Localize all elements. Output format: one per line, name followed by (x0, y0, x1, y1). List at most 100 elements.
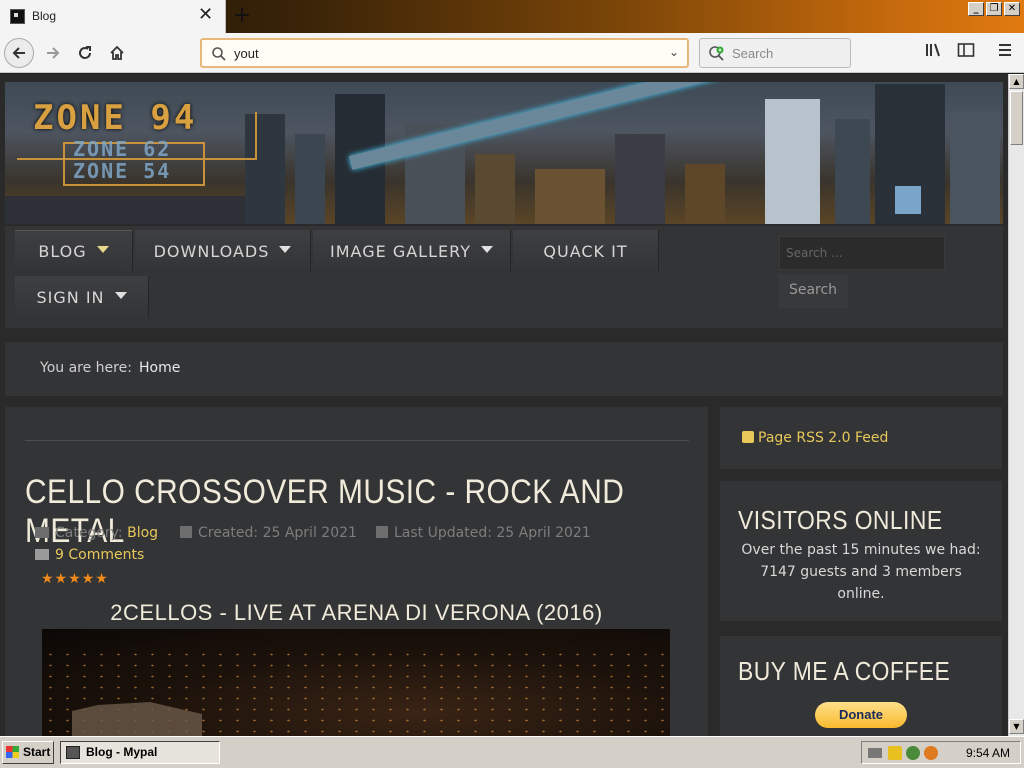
chevron-down-icon[interactable]: ⌄ (669, 45, 679, 59)
category-label: Category: (55, 525, 123, 541)
updated-date: Last Updated: 25 April 2021 (394, 525, 591, 541)
forward-button[interactable] (38, 38, 68, 68)
breadcrumb-label: You are here: (40, 360, 132, 376)
rss-widget: Page RSS 2.0 Feed (720, 407, 1002, 469)
video-thumbnail[interactable] (42, 629, 670, 736)
site-search-input[interactable]: Search ... (779, 236, 945, 270)
divider (25, 440, 689, 441)
site-search-button[interactable]: Search (778, 274, 848, 308)
breadcrumb-home-link[interactable]: Home (139, 360, 180, 376)
article-updated: Last Updated: 25 April 2021 (376, 525, 591, 541)
home-button[interactable] (102, 38, 132, 68)
rating-stars[interactable]: ★★★★★ (41, 571, 109, 587)
home-icon (110, 45, 124, 60)
browser-nav-bar: yout ⌄ Search (0, 33, 1024, 73)
visitors-line-3: online. (837, 586, 885, 602)
rss-feed-label: Page RSS 2.0 Feed (758, 430, 889, 446)
mypal-app-icon (66, 746, 80, 759)
donate-button[interactable]: Donate (815, 702, 907, 728)
reload-button[interactable] (70, 38, 100, 68)
browser-search-placeholder: Search (732, 46, 774, 61)
sidebar-toggle-icon[interactable] (955, 42, 977, 64)
comments-link[interactable]: 9 Comments (35, 547, 144, 563)
breadcrumb: You are here: Home (5, 342, 1003, 396)
browser-tab-blog[interactable]: Blog ✕ (0, 0, 226, 33)
window-controls: _ ❐ ✕ (968, 2, 1020, 16)
arrow-right-icon (47, 47, 60, 59)
visitors-title: VISITORS ONLINE (738, 505, 943, 535)
logo-line-2: ZONE 54 (73, 159, 172, 183)
menu-item-blog[interactable]: BLOG (15, 230, 133, 272)
scroll-down-icon[interactable]: ▼ (1009, 719, 1024, 734)
article-created: Created: 25 April 2021 (180, 525, 357, 541)
windows-logo-icon (6, 746, 19, 758)
menu-item-downloads[interactable]: DOWNLOADS (135, 230, 311, 272)
rss-feed-link[interactable]: Page RSS 2.0 Feed (742, 430, 888, 446)
hamburger-menu-icon[interactable] (994, 42, 1016, 64)
comments-count: 9 Comments (55, 547, 145, 563)
caret-down-icon (114, 291, 127, 299)
site-header-banner: ZONE 94 ZONE 62 ZONE 54 (5, 82, 1003, 224)
menu-item-downloads-label: DOWNLOADS (153, 241, 270, 261)
main-menu: BLOG DOWNLOADS IMAGE GALLERY QUACK IT SI… (5, 226, 1003, 328)
visitors-online-widget: VISITORS ONLINE Over the past 15 minutes… (720, 481, 1002, 621)
scroll-up-icon[interactable]: ▲ (1009, 74, 1024, 89)
article-category: Category: Blog (35, 525, 158, 541)
visitors-line-1: Over the past 15 minutes we had: (741, 542, 981, 558)
article-panel: CELLO CROSSOVER MUSIC - ROCK AND METAL C… (5, 407, 708, 736)
taskbar-item-label: Blog - Mypal (86, 745, 158, 759)
category-link[interactable]: Blog (127, 525, 158, 541)
start-button[interactable]: Start (2, 741, 54, 764)
menu-item-sign-in[interactable]: SIGN IN (15, 276, 149, 318)
search-tray-icon[interactable] (924, 746, 938, 760)
search-icon (212, 47, 226, 61)
site-logo-secondary: ZONE 62 ZONE 54 (73, 138, 171, 182)
calendar-icon (376, 526, 388, 538)
close-tab-icon[interactable]: ✕ (198, 5, 213, 25)
menu-item-sign-in-label: SIGN IN (36, 287, 105, 307)
back-button[interactable] (4, 38, 34, 68)
arrow-left-icon (12, 47, 25, 59)
site-logo[interactable]: ZONE 94 (33, 98, 197, 138)
windows-taskbar: Start Blog - Mypal 9:54 AM (0, 736, 1024, 768)
reload-icon (79, 46, 91, 59)
taskbar-clock[interactable]: 9:54 AM (966, 746, 1010, 760)
menu-item-image-gallery-label: IMAGE GALLERY (330, 241, 471, 261)
library-icon[interactable] (923, 42, 945, 64)
site-favicon-icon (10, 9, 25, 24)
system-tray: 9:54 AM (861, 741, 1021, 764)
folder-icon (35, 527, 49, 538)
caret-down-icon (279, 245, 292, 253)
tab-title: Blog (32, 9, 57, 23)
rss-icon (742, 431, 754, 443)
article-subtitle: 2CELLOS - LIVE AT ARENA DI VERONA (2016) (110, 600, 603, 625)
minimize-button[interactable]: _ (968, 2, 984, 16)
browser-tab-bar: Blog ✕ + _ ❐ ✕ (0, 0, 1024, 33)
address-bar[interactable]: yout ⌄ (200, 38, 689, 68)
start-label: Start (23, 745, 51, 759)
close-window-button[interactable]: ✕ (1004, 2, 1020, 16)
coffee-title: BUY ME A COFFEE (738, 656, 951, 686)
page-viewport: ZONE 94 ZONE 62 ZONE 54 BLOG DOWNLOADS I… (0, 74, 1008, 736)
restore-button[interactable]: ❐ (986, 2, 1002, 16)
new-tab-button[interactable]: + (230, 3, 254, 29)
menu-item-quack-it-label: QUACK IT (543, 241, 628, 261)
search-engine-icon (709, 46, 724, 61)
vertical-scrollbar[interactable]: ▲ ▼ (1008, 74, 1024, 736)
visitors-line-2: 7147 guests and 3 members (760, 564, 962, 580)
visitors-description: Over the past 15 minutes we had: 7147 gu… (730, 539, 992, 605)
scrollbar-thumb[interactable] (1010, 91, 1023, 145)
network-icon[interactable] (906, 746, 920, 760)
address-bar-text: yout (234, 46, 259, 61)
calendar-icon (180, 526, 192, 538)
buy-me-a-coffee-widget: BUY ME A COFFEE Donate (720, 636, 1002, 736)
shield-icon[interactable] (888, 746, 902, 760)
created-date: Created: 25 April 2021 (198, 525, 357, 541)
comment-icon (35, 549, 49, 560)
browser-search-box[interactable]: Search (699, 38, 851, 68)
menu-item-image-gallery[interactable]: IMAGE GALLERY (313, 230, 511, 272)
taskbar-item-blog-mypal[interactable]: Blog - Mypal (60, 741, 220, 764)
menu-item-quack-it[interactable]: QUACK IT (513, 230, 659, 272)
caret-down-icon (480, 245, 493, 253)
keyboard-icon[interactable] (868, 748, 882, 758)
